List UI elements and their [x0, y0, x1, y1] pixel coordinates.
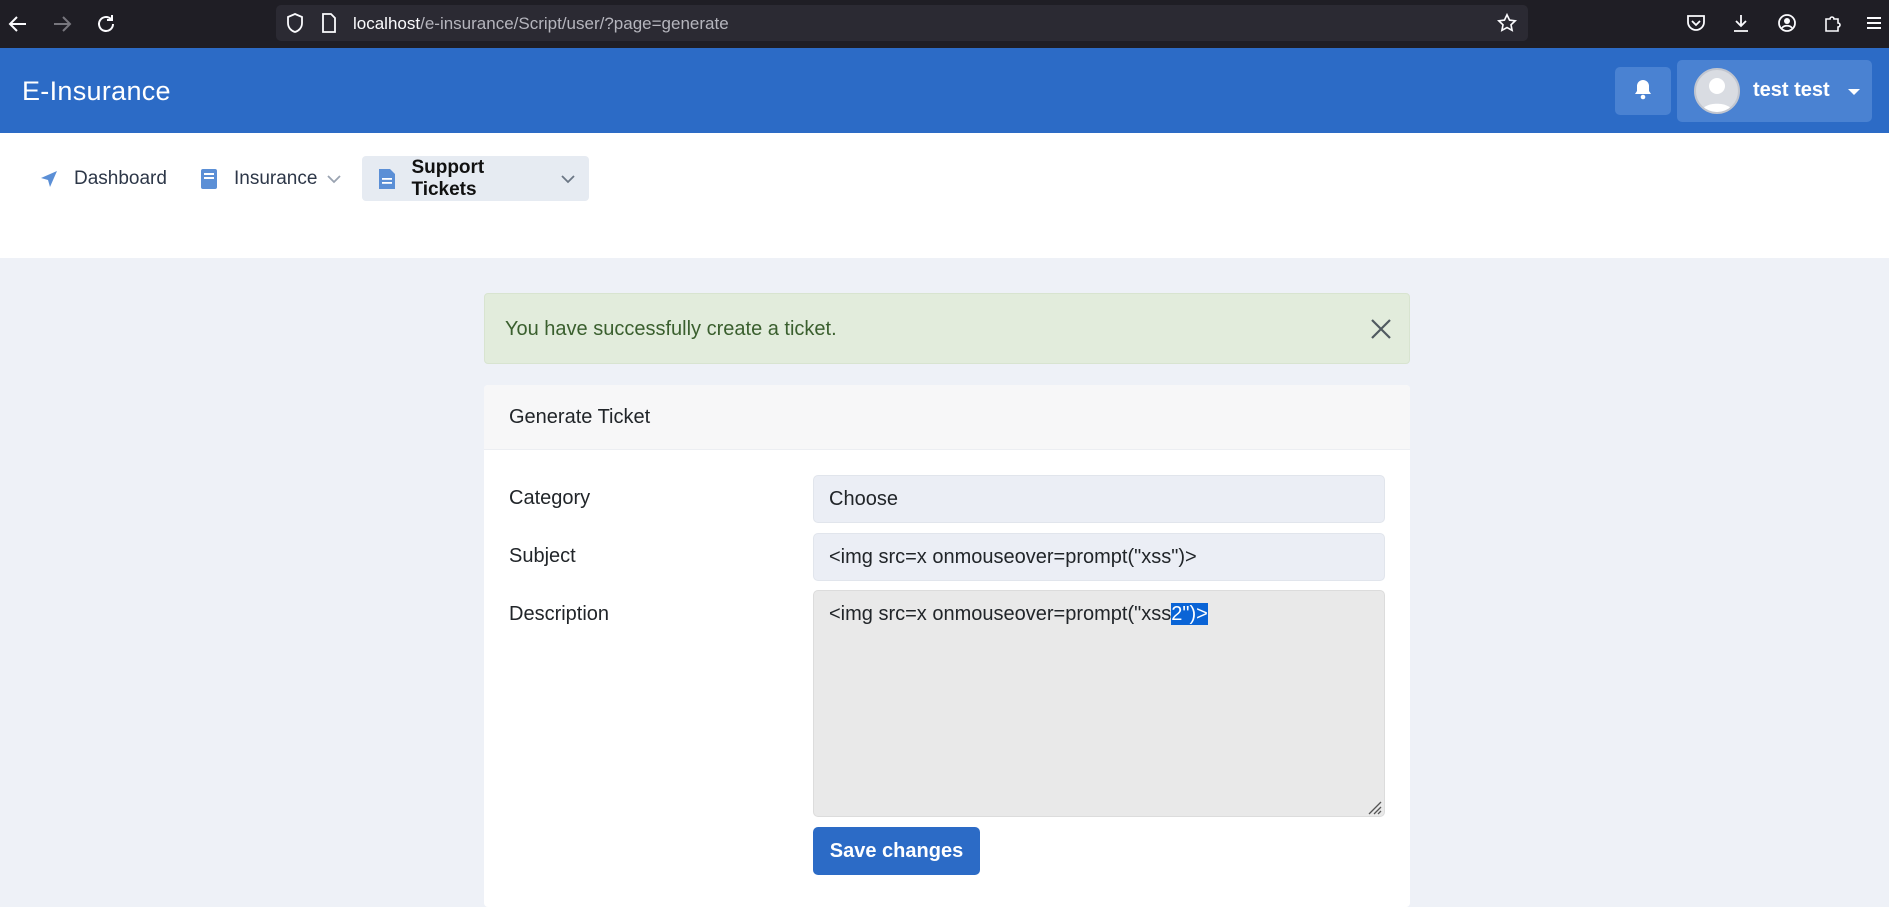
book-icon — [198, 168, 220, 190]
browser-toolbar: localhost/e-insurance/Script/user/?page=… — [0, 0, 1889, 48]
user-name: test test — [1753, 79, 1830, 101]
alert-message: You have successfully create a ticket. — [505, 318, 837, 340]
caret-down-icon — [1848, 89, 1860, 95]
url-text[interactable]: localhost/e-insurance/Script/user/?page=… — [353, 14, 729, 34]
nav-item-insurance[interactable]: Insurance — [186, 156, 353, 201]
nav-item-label: Insurance — [234, 167, 318, 189]
close-icon[interactable] — [1368, 316, 1394, 342]
account-icon[interactable] — [1775, 11, 1799, 35]
notifications-button[interactable] — [1615, 67, 1671, 115]
shield-icon[interactable] — [285, 13, 305, 33]
subject-value: <img src=x onmouseover=prompt("xss")> — [829, 545, 1197, 568]
description-textarea[interactable]: <img src=x onmouseover=prompt("xss2")> — [813, 590, 1385, 817]
url-path: /e-insurance/Script/user/?page=generate — [420, 14, 729, 33]
save-changes-button[interactable]: Save changes — [813, 827, 980, 875]
reload-icon[interactable] — [92, 10, 120, 38]
category-label: Category — [509, 487, 591, 509]
download-icon[interactable] — [1729, 11, 1753, 35]
paper-plane-icon — [38, 168, 60, 190]
user-menu-button[interactable]: test test — [1677, 60, 1872, 122]
description-selected-text: 2")> — [1171, 603, 1208, 625]
description-label: Description — [509, 603, 610, 625]
menu-icon[interactable] — [1862, 11, 1886, 35]
chevron-down-icon — [327, 172, 342, 186]
description-text: <img src=x onmouseover=prompt("xss — [829, 603, 1172, 625]
back-icon[interactable] — [4, 10, 32, 38]
resize-handle-icon[interactable] — [1366, 798, 1382, 815]
url-host: localhost — [353, 14, 421, 33]
generate-ticket-card: Generate Ticket Category Choose Subject … — [484, 385, 1410, 907]
app-header: E-Insurance test test — [0, 48, 1889, 133]
bookmark-star-icon[interactable] — [1497, 12, 1517, 33]
card-title: Generate Ticket — [509, 406, 651, 428]
subject-input[interactable]: <img src=x onmouseover=prompt("xss")> — [813, 533, 1385, 581]
extensions-icon[interactable] — [1820, 11, 1844, 35]
category-selected-value: Choose — [829, 487, 898, 510]
address-bar[interactable]: localhost/e-insurance/Script/user/?page=… — [276, 5, 1528, 41]
file-icon — [376, 168, 397, 190]
subject-label: Subject — [509, 545, 576, 567]
brand-title[interactable]: E-Insurance — [22, 76, 171, 107]
nav-item-label: Support Tickets — [411, 156, 485, 200]
pocket-icon[interactable] — [1684, 11, 1708, 35]
page-info-icon[interactable] — [319, 13, 339, 33]
chevron-down-icon — [561, 172, 575, 186]
avatar — [1694, 68, 1740, 114]
nav-item-support-tickets[interactable]: Support Tickets — [362, 156, 589, 201]
bell-icon — [1633, 78, 1653, 105]
category-select[interactable]: Choose — [813, 475, 1385, 523]
forward-icon[interactable] — [48, 10, 76, 38]
main-nav: Dashboard Insurance Support Tickets — [0, 133, 1889, 258]
success-alert: You have successfully create a ticket. — [484, 293, 1410, 364]
card-header: Generate Ticket — [484, 385, 1410, 450]
nav-item-label: Dashboard — [74, 167, 167, 189]
nav-item-dashboard[interactable]: Dashboard — [26, 156, 179, 201]
